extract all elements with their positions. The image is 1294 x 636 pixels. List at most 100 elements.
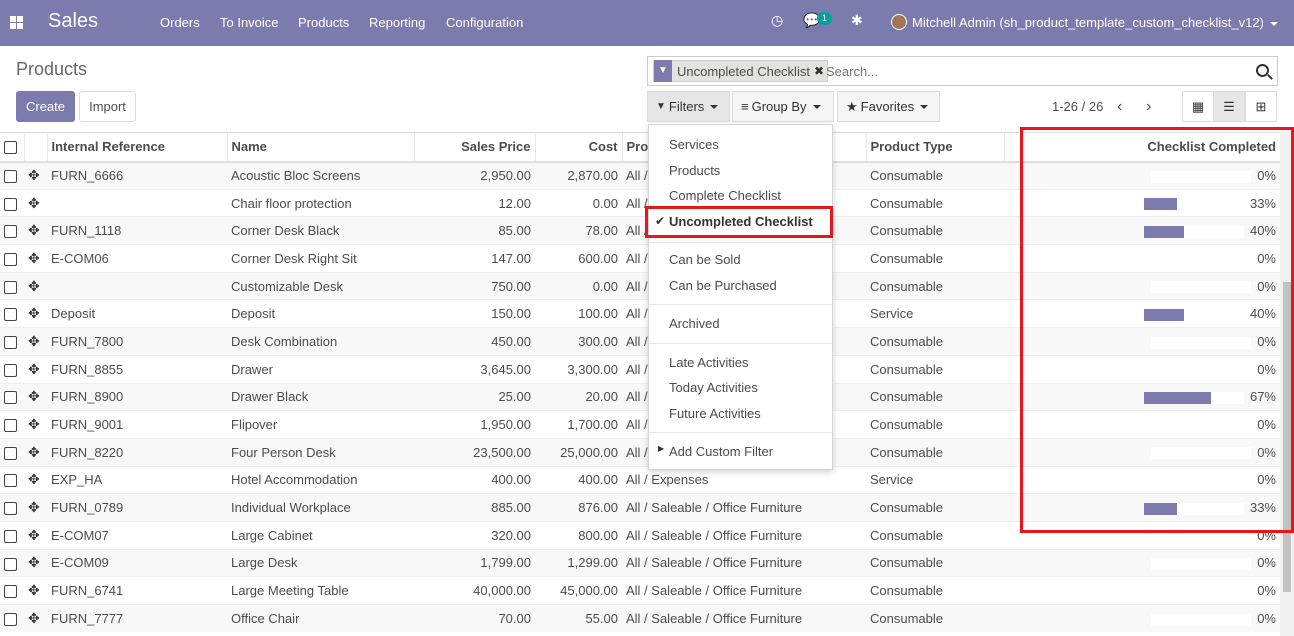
col-cost[interactable]: Cost (534, 132, 622, 163)
search-bar: ▼ Uncompleted Checklist ✖ (647, 56, 1278, 86)
cell-internal-reference: FURN_1118 (47, 216, 227, 245)
row-checkbox[interactable] (4, 446, 17, 460)
cell-name: Deposit (227, 299, 414, 328)
apps-menu-icon[interactable] (10, 16, 23, 29)
user-menu[interactable]: Mitchell Admin (sh_product_template_cust… (912, 15, 1278, 30)
row-checkbox[interactable] (4, 197, 17, 211)
menu-orders[interactable]: Orders (160, 15, 200, 30)
drag-handle-icon[interactable]: ✥ (28, 250, 40, 267)
row-checkbox[interactable] (4, 529, 17, 543)
cell-product-type: Consumable (866, 271, 1004, 300)
drag-handle-icon[interactable]: ✥ (28, 554, 40, 571)
favorites-button[interactable]: ★ Favorites (837, 91, 940, 122)
row-checkbox[interactable] (4, 474, 17, 488)
row-select-cell (0, 548, 24, 577)
col-name[interactable]: Name (226, 132, 414, 163)
filter-complete-checklist[interactable]: Complete Checklist (669, 188, 781, 203)
row-checkbox[interactable] (4, 585, 17, 599)
list-view-icon[interactable]: ☰ (1213, 91, 1245, 122)
create-button[interactable]: Create (16, 91, 75, 122)
menu-divider (649, 432, 832, 433)
avatar[interactable] (891, 14, 907, 30)
filter-services[interactable]: Services (669, 137, 719, 152)
kanban-view-icon[interactable]: ▦ (1182, 91, 1214, 122)
row-checkbox[interactable] (4, 613, 17, 627)
search-icon[interactable] (1256, 64, 1269, 77)
search-facet: ▼ Uncompleted Checklist ✖ (653, 60, 829, 82)
filter-can-be-purchased[interactable]: Can be Purchased (669, 278, 777, 293)
drag-handle-icon[interactable]: ✥ (28, 305, 40, 322)
filter-future-activities[interactable]: Future Activities (669, 406, 761, 421)
row-checkbox[interactable] (4, 308, 17, 322)
filter-can-be-sold[interactable]: Can be Sold (669, 252, 741, 267)
cell-sales-price: 320.00 (414, 520, 535, 550)
search-input[interactable] (826, 61, 1246, 82)
app-name[interactable]: Sales (48, 10, 98, 33)
filter-products[interactable]: Products (669, 163, 720, 178)
menu-reporting[interactable]: Reporting (369, 15, 425, 30)
pager-value[interactable]: 1-26 / 26 (1052, 99, 1103, 114)
drag-handle-icon[interactable]: ✥ (28, 388, 40, 405)
row-checkbox[interactable] (4, 557, 17, 571)
row-handle-cell: ✥ (24, 493, 47, 522)
drag-handle-icon[interactable]: ✥ (28, 499, 40, 516)
menu-divider (649, 242, 832, 243)
cell-cost: 0.00 (535, 271, 622, 300)
drag-handle-icon[interactable]: ✥ (28, 333, 40, 350)
filter-archived[interactable]: Archived (669, 316, 720, 331)
row-checkbox[interactable] (4, 391, 17, 405)
filters-button[interactable]: ▼ Filters (647, 91, 730, 122)
col-sales-price[interactable]: Sales Price (413, 132, 535, 163)
cell-sales-price: 23,500.00 (414, 437, 535, 467)
cell-sales-price: 3,645.00 (414, 354, 535, 383)
import-button[interactable]: Import (79, 91, 136, 122)
drag-handle-icon[interactable]: ✥ (28, 527, 40, 544)
menu-configuration[interactable]: Configuration (446, 15, 523, 30)
drag-handle-icon[interactable]: ✥ (28, 222, 40, 239)
row-checkbox[interactable] (4, 419, 17, 433)
debug-bug-icon[interactable]: ✱ (851, 12, 863, 29)
cell-product-type: Consumable (866, 382, 1004, 411)
drag-handle-icon[interactable]: ✥ (28, 471, 40, 488)
cell-cost: 100.00 (535, 299, 622, 328)
row-select-cell (0, 271, 24, 300)
cell-product-category: All / Saleable / Office Furniture (622, 520, 866, 550)
row-select-cell (0, 576, 24, 605)
drag-handle-icon[interactable]: ✥ (28, 361, 40, 378)
table-row[interactable]: ✥ FURN_6741 Large Meeting Table 40,000.00 45… (0, 576, 1280, 605)
groupby-button[interactable]: ≡ Group By (732, 91, 834, 122)
filter-late-activities[interactable]: Late Activities (669, 355, 749, 370)
drag-handle-icon[interactable]: ✥ (28, 444, 40, 461)
row-select-cell (0, 382, 24, 411)
drag-handle-icon[interactable]: ✥ (28, 582, 40, 599)
select-all-checkbox[interactable] (4, 141, 17, 155)
drag-handle-icon[interactable]: ✥ (28, 167, 40, 184)
row-checkbox[interactable] (4, 363, 17, 377)
cell-cost: 1,299.00 (535, 548, 622, 577)
row-checkbox[interactable] (4, 170, 17, 184)
caret-down-icon (710, 104, 719, 109)
cell-name: Flipover (227, 410, 414, 439)
drag-handle-icon[interactable]: ✥ (28, 416, 40, 433)
row-checkbox[interactable] (4, 225, 17, 239)
col-product-type[interactable]: Product Type (865, 132, 1004, 163)
pager-next-icon[interactable]: › (1146, 98, 1151, 116)
row-checkbox[interactable] (4, 336, 17, 349)
drag-handle-icon[interactable]: ✥ (28, 195, 40, 212)
drag-handle-icon[interactable]: ✥ (28, 610, 40, 627)
filter-today-activities[interactable]: Today Activities (669, 380, 758, 395)
pager-previous-icon[interactable]: ‹ (1117, 98, 1122, 116)
table-row[interactable]: ✥ E-COM09 Large Desk 1,799.00 1,299.00 All / … (0, 548, 1280, 577)
cell-product-type: Consumable (866, 604, 1004, 633)
col-internal-reference[interactable]: Internal Reference (46, 132, 227, 163)
activity-clock-icon[interactable]: ◷ (771, 12, 783, 29)
grid-view-icon[interactable]: ⊞ (1245, 91, 1277, 122)
table-row[interactable]: ✥ FURN_7777 Office Chair 70.00 55.00 All / Sa… (0, 604, 1280, 633)
row-checkbox[interactable] (4, 502, 17, 516)
menu-products[interactable]: Products (298, 15, 349, 30)
row-checkbox[interactable] (4, 252, 17, 266)
menu-to-invoice[interactable]: To Invoice (220, 15, 279, 30)
drag-handle-icon[interactable]: ✥ (28, 278, 40, 295)
row-checkbox[interactable] (4, 280, 17, 294)
add-custom-filter[interactable]: Add Custom Filter (669, 444, 773, 459)
